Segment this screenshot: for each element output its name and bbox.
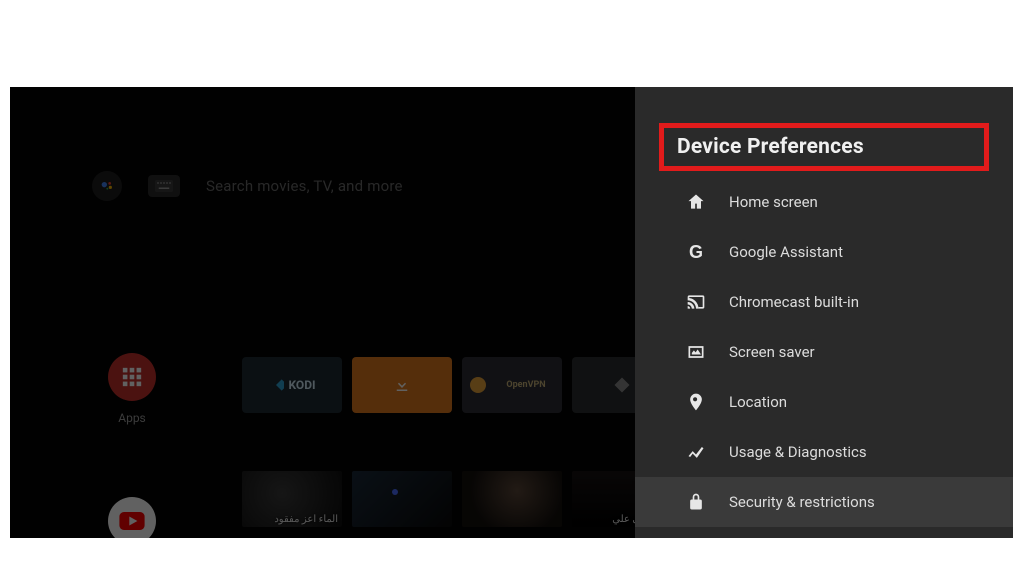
settings-item-chromecast[interactable]: Chromecast built-in xyxy=(635,277,1013,327)
app-tile-kodi[interactable]: KODI xyxy=(242,357,342,413)
content-thumb-1[interactable]: الماء اعز مفقود xyxy=(242,471,342,527)
apps-icon xyxy=(108,353,156,401)
settings-item-google-assistant[interactable]: G Google Assistant xyxy=(635,227,1013,277)
youtube-icon xyxy=(108,497,156,538)
settings-title-container: Device Preferences xyxy=(659,123,989,171)
settings-panel: Device Preferences Home screen G Google … xyxy=(635,87,1013,538)
settings-item-home-screen[interactable]: Home screen xyxy=(635,177,1013,227)
download-icon xyxy=(393,376,411,394)
assistant-icon[interactable] xyxy=(92,171,122,201)
lock-icon xyxy=(685,491,707,513)
kodi-label: KODI xyxy=(288,378,315,392)
tv-viewport: Search movies, TV, and more Apps YouTube xyxy=(10,87,1013,538)
settings-item-usage-diagnostics[interactable]: Usage & Diagnostics xyxy=(635,427,1013,477)
settings-item-security[interactable]: Security & restrictions xyxy=(635,477,1013,527)
content-thumb-1-caption: الماء اعز مفقود xyxy=(246,514,338,525)
settings-item-label: Location xyxy=(729,393,787,411)
settings-item-label: Chromecast built-in xyxy=(729,293,859,311)
home-screen-background: Search movies, TV, and more Apps YouTube xyxy=(10,87,650,538)
apps-launcher[interactable]: Apps xyxy=(108,353,156,425)
settings-item-label: Usage & Diagnostics xyxy=(729,443,867,461)
openvpn-label: OpenVPN xyxy=(506,380,545,390)
screensaver-icon xyxy=(685,341,707,363)
app-tile-downloader[interactable] xyxy=(352,357,452,413)
diamond-icon xyxy=(613,376,631,394)
g-letter-icon: G xyxy=(685,241,707,263)
apps-launcher-label: Apps xyxy=(118,411,146,425)
cast-icon xyxy=(685,291,707,313)
youtube-launcher[interactable]: YouTube xyxy=(108,497,156,538)
app-tiles-row: KODI OpenVPN xyxy=(242,357,672,413)
content-thumbs-row: الماء اعز مفقود اللهوجي مصطفى علي xyxy=(242,471,672,527)
kodi-icon: KODI xyxy=(268,377,315,393)
location-icon xyxy=(685,391,707,413)
settings-item-label: Home screen xyxy=(729,193,818,211)
settings-item-label: Google Assistant xyxy=(729,243,843,261)
content-thumb-3[interactable] xyxy=(462,471,562,527)
settings-item-label: Security & restrictions xyxy=(729,493,875,511)
search-placeholder[interactable]: Search movies, TV, and more xyxy=(206,177,403,195)
content-thumb-2[interactable] xyxy=(352,471,452,527)
settings-title: Device Preferences xyxy=(677,135,971,159)
settings-item-label: Screen saver xyxy=(729,343,815,361)
home-icon xyxy=(685,191,707,213)
search-row: Search movies, TV, and more xyxy=(92,171,403,201)
settings-item-location[interactable]: Location xyxy=(635,377,1013,427)
keyboard-icon[interactable] xyxy=(148,175,180,197)
analytics-icon xyxy=(685,441,707,463)
settings-list: Home screen G Google Assistant Chromecas… xyxy=(635,177,1013,527)
app-tile-openvpn[interactable]: OpenVPN xyxy=(462,357,562,413)
settings-item-screen-saver[interactable]: Screen saver xyxy=(635,327,1013,377)
home-side-launchers: Apps YouTube xyxy=(102,353,162,538)
